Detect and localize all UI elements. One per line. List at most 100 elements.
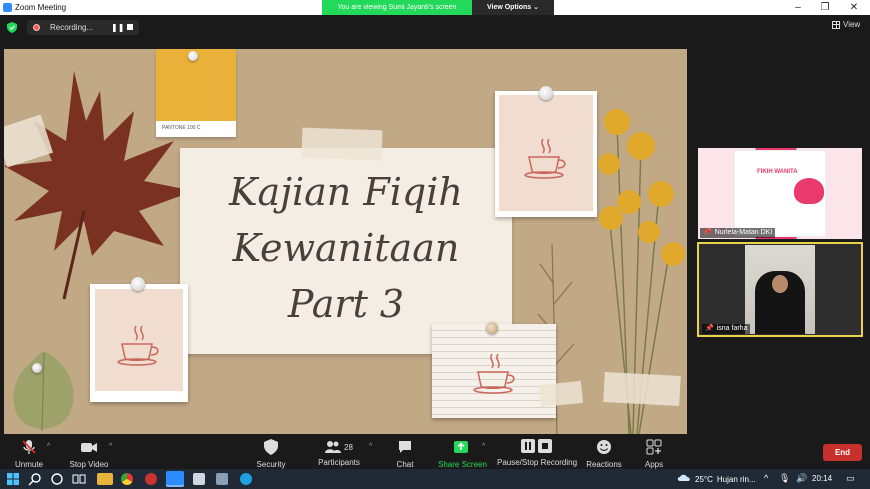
coffee-cup-icon: [524, 138, 566, 179]
participant-name: isna farha: [716, 325, 748, 332]
pin-icon: [539, 86, 553, 100]
chevron-up-icon[interactable]: ^: [764, 473, 768, 483]
end-meeting-button[interactable]: End: [823, 444, 862, 461]
window-title: Zoom Meeting: [15, 3, 67, 12]
view-button[interactable]: View: [832, 20, 860, 29]
shield-icon[interactable]: [7, 22, 17, 33]
poster-title: FIKIH WANITA: [757, 169, 798, 175]
chevron-up-icon[interactable]: ^: [47, 443, 50, 450]
participants-button[interactable]: 28 Participants: [316, 434, 362, 469]
green-leaf-icon: [13, 351, 74, 432]
app-icon[interactable]: [193, 473, 205, 485]
apps-icon: [646, 439, 662, 455]
recording-label: Recording...: [50, 23, 94, 32]
microphone-tray-icon[interactable]: 🎙: [779, 473, 790, 484]
pause-icon: [520, 439, 535, 453]
apps-label: Apps: [644, 460, 664, 469]
person-face: [772, 275, 788, 293]
stop-icon: [537, 439, 552, 453]
chrome-icon[interactable]: [121, 473, 133, 485]
heart-icon: [794, 178, 824, 204]
browser-icon[interactable]: [145, 473, 157, 485]
recording-dot-icon: [33, 24, 40, 31]
video-camera-icon: [81, 443, 97, 452]
cortana-icon[interactable]: [49, 471, 65, 487]
reactions-label: Reactions: [586, 460, 622, 469]
windows-start-icon[interactable]: [5, 471, 21, 487]
meeting-topbar: Recording... ❚❚ View: [0, 15, 870, 40]
pause-stop-recording-label: Pause/Stop Recording: [497, 458, 578, 467]
slide-title-line2: Kewanitaan: [232, 226, 460, 270]
view-options-button[interactable]: View Options ⌄: [472, 0, 554, 15]
chevron-down-icon: ⌄: [533, 4, 540, 11]
chevron-up-icon[interactable]: ^: [482, 443, 485, 450]
pin-icon: [188, 51, 198, 61]
edge-icon[interactable]: [240, 473, 252, 485]
participant-name: Nurlela-Matan DKI: [714, 229, 773, 236]
participant-name-tag: 📌 isna farha: [702, 324, 751, 334]
weather-widget[interactable]: 25°C Hujan rin...: [677, 474, 756, 484]
minimize-button[interactable]: –: [790, 1, 806, 14]
share-screen-label: Share Screen: [438, 460, 487, 469]
coffee-card-right: [495, 91, 597, 217]
coffee-cup-icon: [117, 325, 159, 366]
participant-tile[interactable]: FIKIH WANITA 📌 Nurlela-Matan DKI: [698, 148, 862, 239]
shared-screen: PANTONE 100 C Kajian Fiqih Kewanitaan Pa…: [4, 49, 687, 434]
participant-tile-active-speaker[interactable]: 📌 isna farha: [697, 242, 863, 337]
chevron-up-icon[interactable]: ^: [369, 443, 372, 450]
stop-video-button[interactable]: Stop Video: [66, 434, 112, 469]
viewing-banner: You are viewing Sumi Jayanti's screen Vi…: [322, 0, 554, 15]
apps-button[interactable]: Apps: [640, 434, 668, 469]
stop-video-label: Stop Video: [69, 460, 109, 469]
chevron-up-icon[interactable]: ^: [109, 443, 112, 450]
chat-icon: [399, 441, 411, 453]
participants-count: 28: [344, 442, 353, 452]
tape-strip: [538, 380, 584, 408]
task-view-icon[interactable]: [71, 471, 87, 487]
volume-icon[interactable]: 🔊: [796, 473, 807, 484]
pin-icon: [32, 363, 42, 373]
slide-title-line3: Part 3: [287, 282, 405, 326]
smiley-icon: [597, 440, 611, 454]
cloud-rain-icon: [677, 474, 690, 481]
viewing-message: You are viewing Sumi Jayanti's screen: [322, 0, 472, 15]
file-explorer-icon[interactable]: [97, 473, 113, 485]
notification-icon[interactable]: ▭: [846, 473, 855, 484]
view-button-label: View: [843, 20, 861, 29]
participants-label: Participants: [318, 458, 360, 467]
pin-icon: [131, 277, 145, 291]
reactions-button[interactable]: Reactions: [584, 434, 624, 469]
pause-recording-icon[interactable]: ❚❚: [111, 23, 124, 32]
grid-view-icon: [832, 20, 840, 29]
participant-name-tag: 📌 Nurlela-Matan DKI: [700, 228, 776, 238]
pin-icon: [486, 322, 498, 334]
slide-title-line1: Kajian Fiqih: [229, 170, 463, 214]
lined-note-card: [432, 324, 556, 418]
search-icon[interactable]: [27, 471, 43, 487]
zoom-app-icon: [3, 3, 12, 12]
pin-icon: 📌: [703, 229, 712, 236]
recording-indicator: Recording... ❚❚: [27, 20, 139, 35]
chat-label: Chat: [396, 460, 414, 469]
share-screen-button[interactable]: Share Screen: [438, 434, 487, 469]
meeting-controls: Unmute ^ Stop Video ^ Security 28 Partic…: [0, 434, 870, 469]
unmute-button[interactable]: Unmute: [8, 434, 50, 469]
security-button[interactable]: Security: [254, 434, 288, 469]
mic-muted-icon: [22, 440, 36, 454]
maximize-button[interactable]: ❐: [817, 1, 833, 14]
windows-taskbar: 25°C Hujan rin... ^ 🎙 🔊 20:14 ▭: [0, 469, 870, 489]
pause-stop-recording-button[interactable]: Pause/Stop Recording: [497, 434, 578, 469]
zoom-taskbar-icon[interactable]: [166, 471, 184, 487]
stop-recording-icon[interactable]: [127, 24, 133, 30]
participants-icon: [325, 441, 342, 453]
coffee-card-left: [90, 284, 188, 402]
app-icon[interactable]: [216, 473, 228, 485]
security-label: Security: [256, 460, 286, 469]
taskbar-clock[interactable]: 20:14: [812, 474, 832, 483]
shield-icon: [264, 439, 278, 455]
weather-temperature: 25°C: [695, 474, 713, 484]
chat-button[interactable]: Chat: [390, 434, 420, 469]
window-titlebar: Zoom Meeting You are viewing Sumi Jayant…: [0, 0, 870, 15]
participant-video: [745, 245, 815, 334]
close-button[interactable]: ✕: [846, 1, 862, 14]
